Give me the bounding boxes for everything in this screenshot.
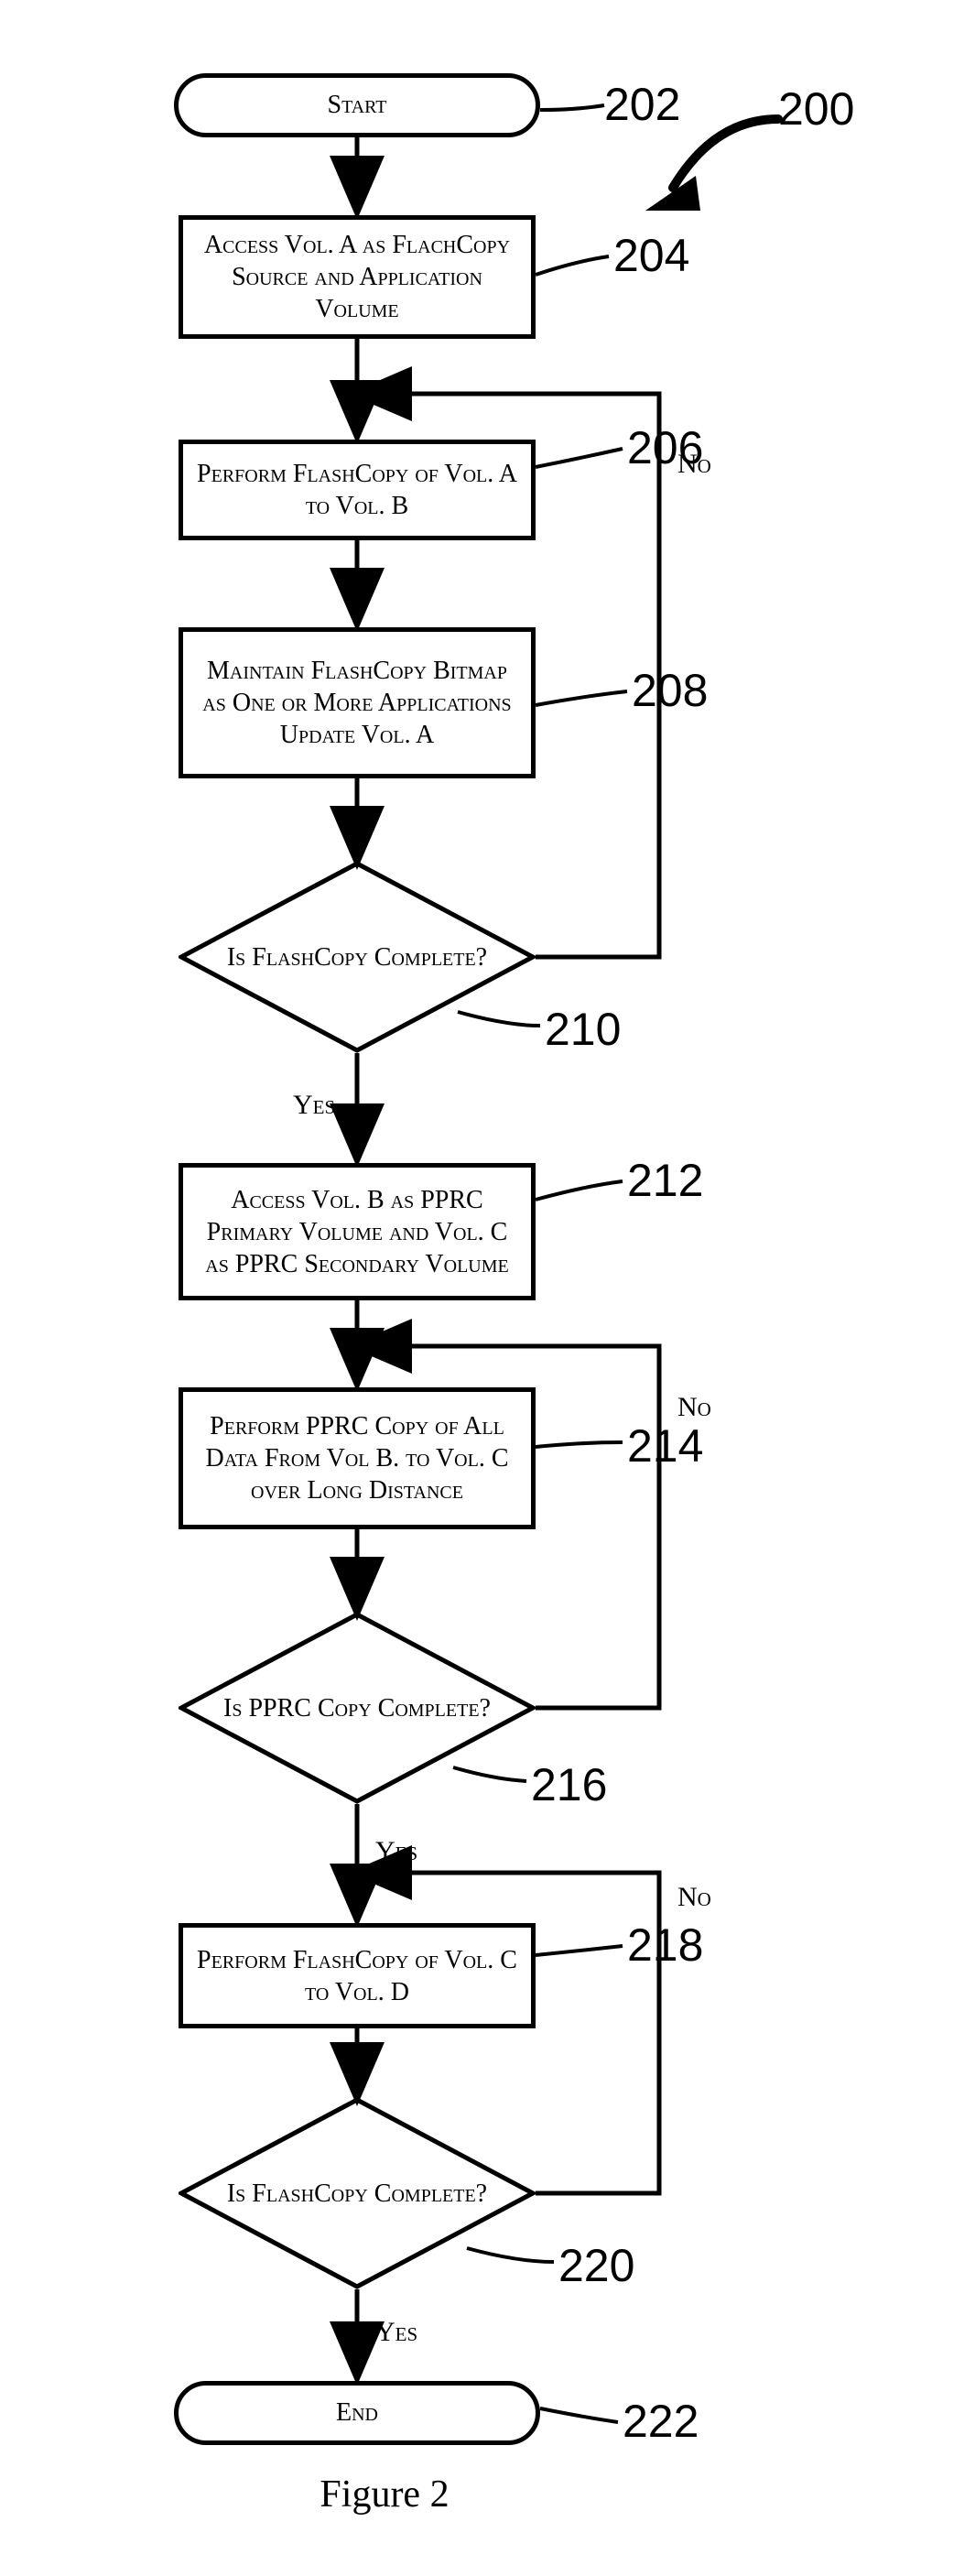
callout-206: 206 (627, 421, 703, 474)
step-212: Access Vol. B as PPRC Primary Volume and… (179, 1163, 536, 1300)
edge-yes-216: Yes (375, 1836, 417, 1867)
callout-208: 208 (632, 664, 708, 717)
callout-220: 220 (558, 2239, 634, 2292)
callout-218: 218 (627, 1918, 703, 1972)
edge-yes-210: Yes (293, 1090, 335, 1121)
step-214-label: Perform PPRC Copy of All Data From Vol B… (192, 1410, 522, 1506)
decision-220-label: Is FlashCopy Complete? (227, 2178, 487, 2210)
callout-204: 204 (613, 229, 689, 282)
callout-200: 200 (778, 82, 854, 136)
step-212-label: Access Vol. B as PPRC Primary Volume and… (192, 1184, 522, 1280)
step-218: Perform FlashCopy of Vol. C to Vol. D (179, 1923, 536, 2028)
flowchart-canvas: Start Access Vol. A as FlachCopy Source … (18, 18, 975, 2558)
callout-222: 222 (623, 2395, 699, 2448)
decision-210: Is FlashCopy Complete? (179, 861, 536, 1053)
callout-202: 202 (604, 78, 680, 131)
step-208: Maintain FlashCopy Bitmap as One or More… (179, 627, 536, 778)
figure-caption: Figure 2 (293, 2473, 476, 2516)
decision-210-label: Is FlashCopy Complete? (227, 941, 487, 973)
callout-216: 216 (531, 1758, 607, 1811)
step-208-label: Maintain FlashCopy Bitmap as One or More… (192, 655, 522, 751)
end-label: End (336, 2398, 378, 2428)
start-terminal: Start (174, 73, 540, 137)
callout-210: 210 (545, 1003, 621, 1056)
step-204-label: Access Vol. A as FlachCopy Source and Ap… (192, 229, 522, 325)
edge-yes-220: Yes (375, 2317, 417, 2348)
end-terminal: End (174, 2381, 540, 2445)
step-206: Perform FlashCopy of Vol. A to Vol. B (179, 440, 536, 540)
decision-216-label: Is PPRC Copy Complete? (223, 1692, 491, 1724)
step-206-label: Perform FlashCopy of Vol. A to Vol. B (192, 458, 522, 522)
decision-220: Is FlashCopy Complete? (179, 2097, 536, 2289)
start-label: Start (328, 91, 387, 120)
step-214: Perform PPRC Copy of All Data From Vol B… (179, 1387, 536, 1529)
decision-216: Is PPRC Copy Complete? (179, 1612, 536, 1804)
step-204: Access Vol. A as FlachCopy Source and Ap… (179, 215, 536, 339)
edge-no-220: No (677, 1882, 711, 1913)
callout-214: 214 (627, 1419, 703, 1473)
callout-212: 212 (627, 1154, 703, 1207)
step-218-label: Perform FlashCopy of Vol. C to Vol. D (192, 1944, 522, 2008)
edge-no-216: No (677, 1392, 711, 1423)
